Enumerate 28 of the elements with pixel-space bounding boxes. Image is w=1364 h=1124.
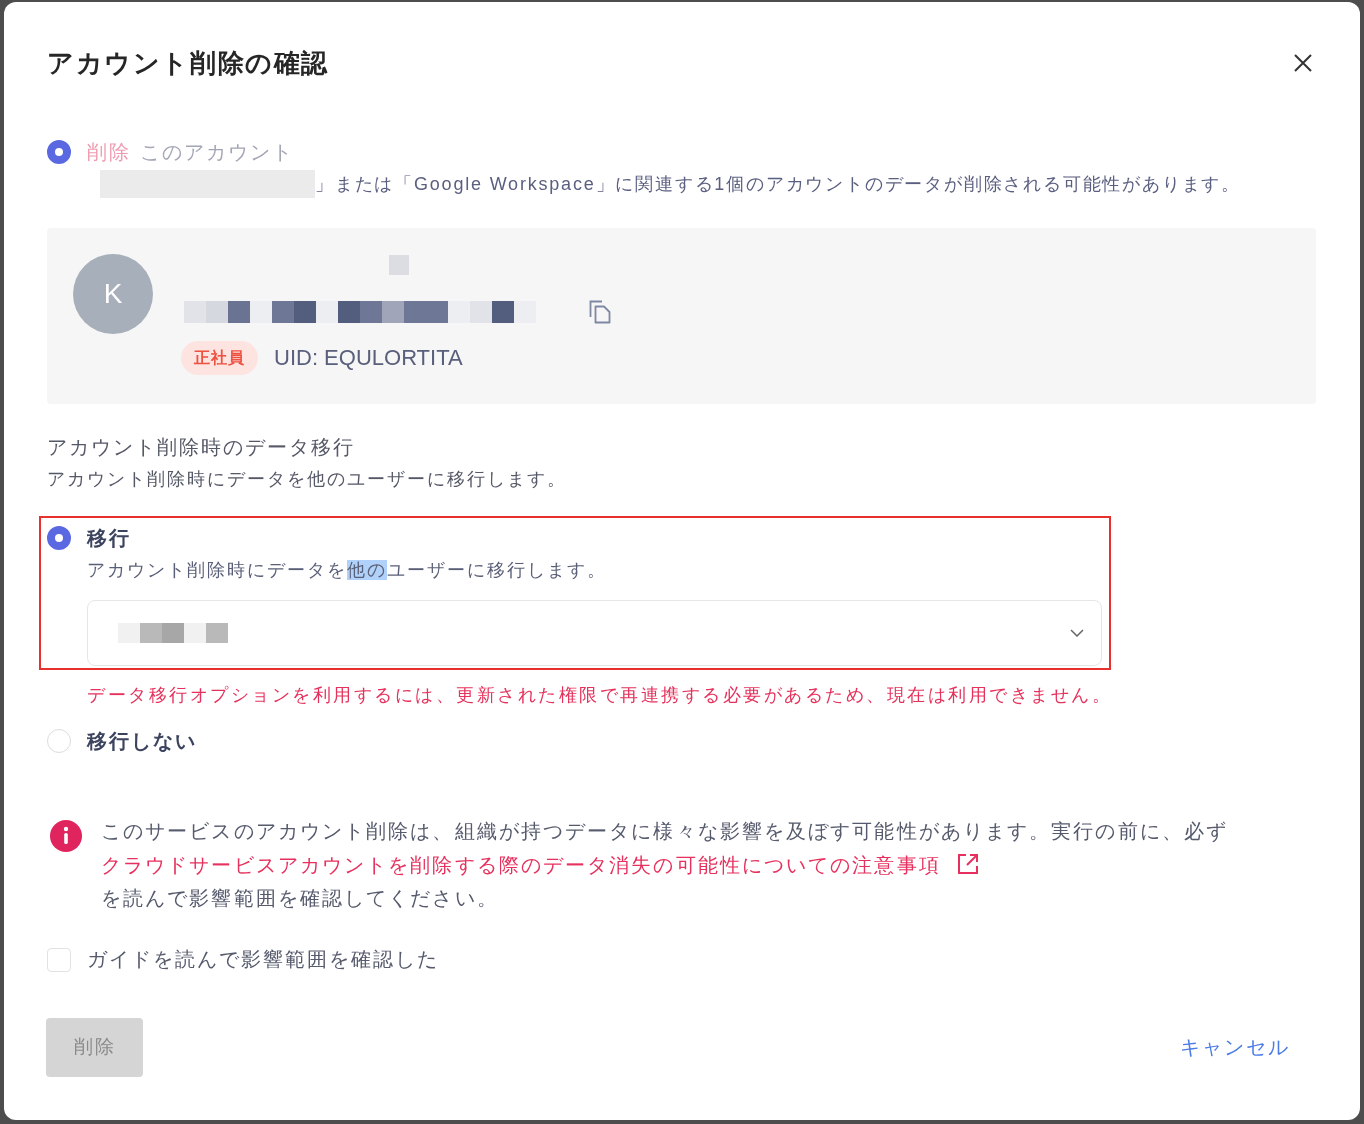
user-select[interactable]	[87, 600, 1102, 666]
guide-link[interactable]: クラウドサービスアカウントを削除する際のデータ消失の可能性についての注意事項	[101, 853, 979, 876]
external-link-icon	[956, 852, 979, 875]
option-description: アカウント削除時にデータを他のユーザーに移行します。	[87, 559, 608, 582]
employment-badge: 正社員	[181, 341, 258, 375]
info-icon	[50, 820, 82, 852]
radio-button[interactable]	[47, 526, 71, 550]
dialog-title: アカウント削除の確認	[47, 47, 329, 80]
cancel-button[interactable]: キャンセル	[1154, 1017, 1316, 1077]
option-description: 」または「Google Workspace」に関連する1個のアカウントのデータが削除される可能性があります。	[315, 173, 1241, 196]
uid-text: UID: EQULORTITA	[274, 345, 463, 371]
radio-button[interactable]	[47, 140, 71, 164]
copy-icon[interactable]	[589, 300, 611, 324]
checkbox[interactable]	[47, 947, 71, 972]
section-title: アカウント削除時のデータ移行	[47, 435, 356, 460]
close-button[interactable]	[1294, 54, 1312, 72]
option-label-object: このアカウント	[140, 139, 294, 165]
notice-text: このサービスのアカウント削除は、組織が持つデータに様々な影響を及ぼす可能性があります。実行の前に、必ず クラウドサービスアカウントを削除する際のデータ消失の可能性についての注意事項 を読んで影響範囲を確認してください。	[101, 819, 1229, 911]
option-label: 移行しない	[87, 728, 197, 754]
close-icon	[1294, 54, 1312, 72]
checkbox-label: ガイドを読んで影響範囲を確認した	[87, 947, 439, 972]
chevron-icon	[1070, 629, 1084, 637]
avatar: K	[73, 254, 153, 334]
section-description: アカウント削除時にデータを他のユーザーに移行します。	[47, 468, 568, 491]
option-label-verb: 削除	[87, 139, 131, 165]
error-message: データ移行オプションを利用するには、更新された権限で再連携する必要があるため、現在は利用できません。	[87, 684, 1113, 707]
redacted-block	[389, 255, 409, 275]
option-label: 移行	[87, 525, 131, 551]
